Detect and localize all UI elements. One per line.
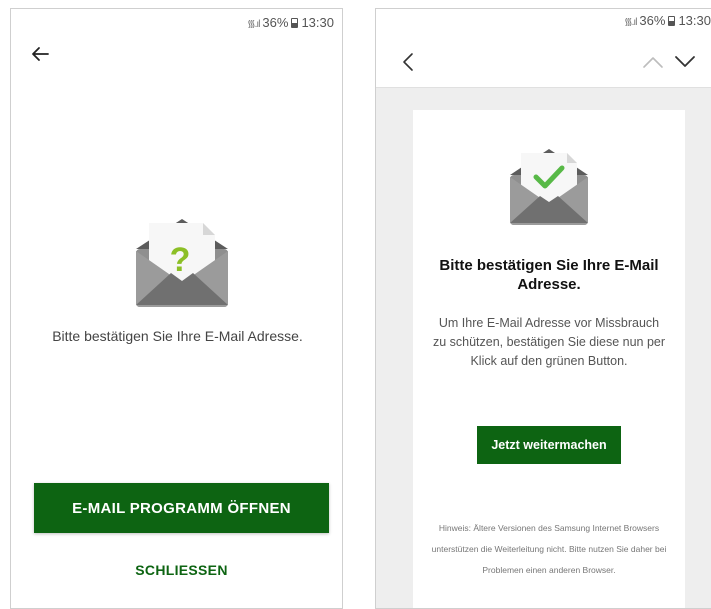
mail-toolbar: ᯾.ıl 36% 13:30: [376, 9, 711, 88]
email-content-card: Bitte bestätigen Sie Ihre E-Mail Adresse…: [413, 110, 685, 608]
battery-level: 36%: [262, 15, 289, 30]
signal-icon: ᯾.ıl: [624, 16, 637, 28]
chevron-up-icon: [643, 57, 663, 68]
clock: 13:30: [678, 13, 711, 28]
next-mail-button[interactable]: [672, 49, 698, 75]
battery-level: 36%: [639, 13, 666, 28]
back-arrow-button[interactable]: [25, 39, 55, 69]
clock: 13:30: [301, 15, 334, 30]
status-bar: ᯾.ıl 36% 13:30: [247, 15, 334, 30]
open-mail-app-button[interactable]: E-MAIL PROGRAMM ÖFFNEN: [34, 483, 329, 533]
confirm-message: Bitte bestätigen Sie Ihre E-Mail Adresse…: [52, 328, 303, 344]
question-mark: ?: [170, 241, 191, 279]
envelope-check-icon: [510, 149, 588, 225]
chevron-down-icon: [675, 56, 695, 67]
close-button[interactable]: SCHLIESSEN: [34, 557, 329, 583]
email-body-text: Um Ihre E-Mail Adresse vor Missbrauch zu…: [432, 316, 666, 368]
signal-icon: ᯾.ıl: [247, 18, 260, 30]
chevron-left-icon: [403, 53, 413, 71]
battery-icon: [291, 17, 299, 28]
battery-icon: [668, 15, 676, 26]
status-bar: ᯾.ıl 36% 13:30: [624, 13, 711, 28]
arrow-left-icon: [32, 47, 49, 61]
previous-mail-button[interactable]: [640, 49, 666, 75]
email-title: Bitte bestätigen Sie Ihre E-Mail Adresse…: [439, 257, 659, 293]
email-view-screen: ᯾.ıl 36% 13:30 Bitte bestätigen Sie Ihre…: [375, 8, 711, 609]
continue-button[interactable]: Jetzt weitermachen: [477, 426, 621, 464]
back-button[interactable]: [396, 49, 422, 75]
browser-hint-text: Hinweis: Ältere Versionen des Samsung In…: [431, 523, 667, 575]
confirm-email-screen: ᯾.ıl 36% 13:30 ? Bitte bestätigen Sie Ih…: [10, 8, 343, 609]
envelope-question-icon: ?: [136, 219, 228, 307]
